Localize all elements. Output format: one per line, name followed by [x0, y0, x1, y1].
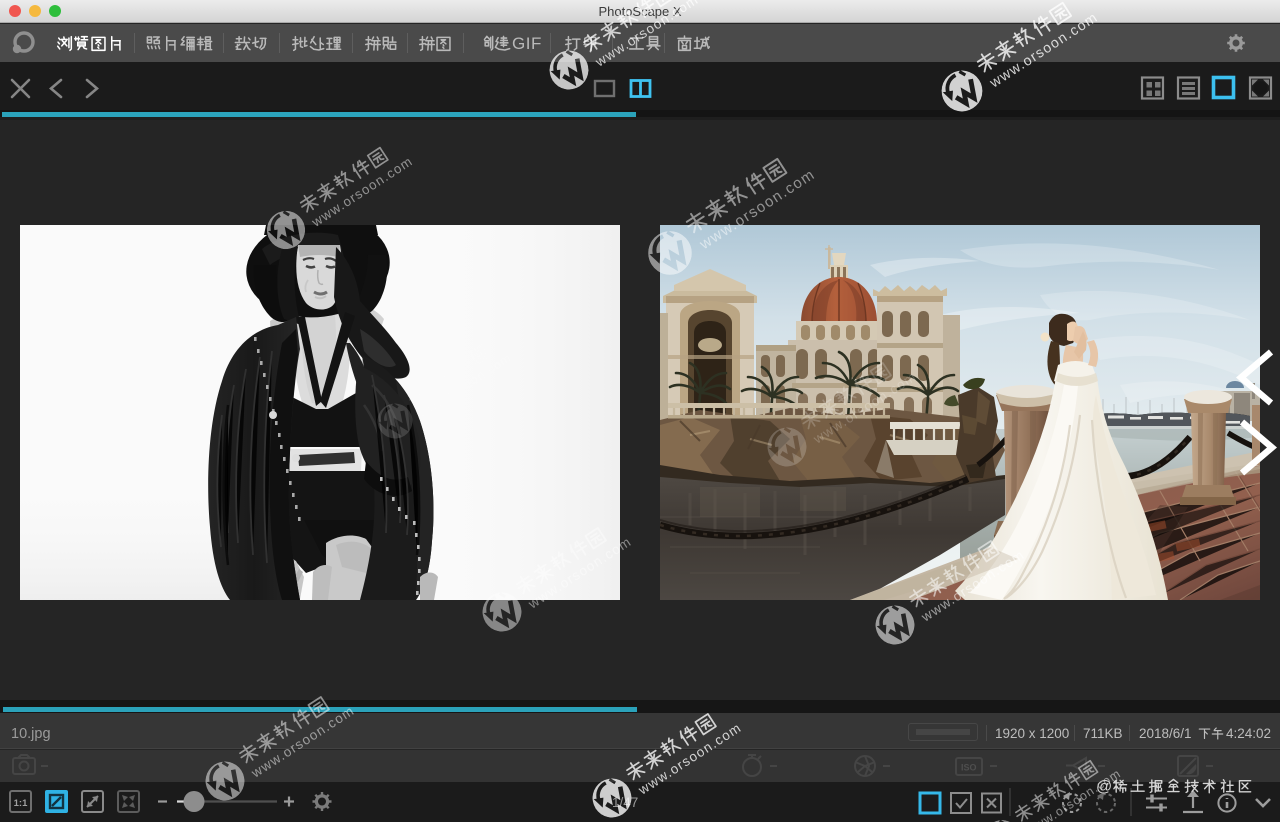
svg-text:1/47: 1/47 — [612, 795, 638, 810]
svg-text:1:1: 1:1 — [14, 798, 28, 809]
svg-text:@: @ — [1096, 779, 1112, 796]
svg-text:ISO: ISO — [961, 763, 977, 773]
